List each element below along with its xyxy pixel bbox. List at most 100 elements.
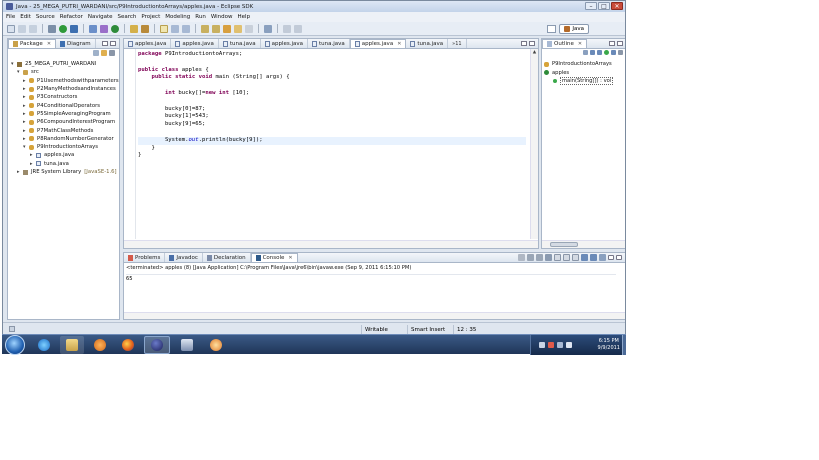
taskbar-app[interactable] — [174, 336, 200, 354]
outline-method[interactable]: main(String[]) : voi — [544, 77, 625, 86]
tree-package[interactable]: ▸ P3Constructors — [8, 93, 119, 101]
code-line[interactable] — [138, 59, 526, 67]
save-icon[interactable] — [18, 24, 26, 33]
menu-navigate[interactable]: Navigate — [88, 14, 113, 20]
code-line[interactable]: package P9IntroductiontoArrays; — [138, 51, 526, 59]
external-tools-icon[interactable] — [70, 24, 78, 33]
collapse-arrow-icon[interactable]: ▾ — [11, 61, 16, 67]
print-icon[interactable] — [29, 24, 37, 33]
menu-source[interactable]: Source — [36, 14, 55, 20]
block-selection-icon[interactable] — [182, 24, 190, 33]
run-icon[interactable] — [59, 24, 67, 33]
remove-launch-icon[interactable] — [527, 254, 534, 261]
taskbar-firefox[interactable] — [116, 336, 140, 354]
maximize-view-button[interactable] — [616, 255, 622, 260]
previous-annotation-icon[interactable] — [212, 24, 220, 33]
menu-file[interactable]: File — [6, 14, 15, 20]
tree-file[interactable]: ▸ tuna.java — [8, 160, 119, 168]
code-line[interactable]: bucky[0]=87; — [138, 106, 526, 114]
taskbar-clock[interactable]: 6:15 PM 9/9/2011 — [598, 338, 620, 352]
minimize-view-button[interactable] — [102, 41, 108, 46]
history-icon[interactable] — [294, 24, 302, 33]
expand-arrow-icon[interactable]: ▸ — [23, 111, 28, 117]
code-line[interactable]: System.out.println(bucky[9]); — [138, 136, 526, 145]
expand-arrow-icon[interactable]: ▸ — [23, 119, 28, 125]
new-java-project-icon[interactable] — [89, 24, 97, 33]
editor-tab[interactable]: tuna.java — [308, 39, 350, 48]
outline-class[interactable]: apples — [544, 69, 625, 78]
new-package-icon[interactable] — [100, 24, 108, 33]
code-line[interactable]: bucky[1]=543; — [138, 113, 526, 121]
fast-view-icon[interactable] — [9, 326, 15, 332]
close-icon[interactable]: ✕ — [397, 41, 401, 47]
tab-console[interactable]: Console ✕ — [250, 253, 298, 262]
taskbar-media-player[interactable] — [88, 336, 112, 354]
expand-arrow-icon[interactable]: ▸ — [30, 161, 35, 167]
scroll-lock-icon[interactable] — [554, 254, 561, 261]
menu-search[interactable]: Search — [118, 14, 137, 20]
display-selected-console-icon[interactable] — [590, 254, 597, 261]
show-stderr-icon[interactable] — [572, 254, 579, 261]
hide-fields-icon[interactable] — [590, 50, 595, 55]
tree-package[interactable]: ▾ P9IntroductiontoArrays — [8, 143, 119, 151]
taskbar-app-2[interactable] — [204, 336, 228, 354]
close-icon[interactable]: ✕ — [288, 255, 292, 261]
code-line[interactable]: } — [138, 152, 526, 160]
show-stdout-icon[interactable] — [563, 254, 570, 261]
tab-outline[interactable]: Outline ✕ — [542, 39, 588, 48]
tab-overflow-button[interactable]: »11 — [448, 39, 467, 48]
volume-icon[interactable] — [566, 342, 572, 348]
tree-package[interactable]: ▸ P8RandomNumberGenerator — [8, 135, 119, 143]
maximize-view-button[interactable] — [529, 41, 535, 46]
tree-package[interactable]: ▸ P6CompoundInterestProgram — [8, 118, 119, 126]
code-line[interactable]: bucky[9]=65; — [138, 121, 526, 129]
outline-horizontal-scrollbar[interactable] — [542, 240, 625, 248]
code-area[interactable]: package P9IntroductiontoArrays; public cl… — [138, 51, 526, 160]
tab-javadoc[interactable]: Javadoc — [165, 253, 203, 262]
new-icon[interactable] — [7, 24, 15, 33]
editor-tab[interactable]: apples.java — [124, 39, 172, 48]
console-output[interactable]: 65 — [126, 274, 616, 311]
minimize-view-button[interactable] — [521, 41, 527, 46]
taskbar-ie[interactable] — [32, 336, 56, 354]
hide-non-public-icon[interactable] — [604, 50, 609, 55]
start-button[interactable] — [5, 335, 25, 355]
tree-package[interactable]: ▸ P4ConditionalOperators — [8, 101, 119, 109]
tree-package[interactable]: ▸ P2ManyMethodsandInstances — [8, 85, 119, 93]
menu-refactor[interactable]: Refactor — [60, 14, 83, 20]
java-perspective-button[interactable]: Java — [559, 24, 589, 34]
debug-icon[interactable] — [48, 24, 56, 33]
editor-tab[interactable]: tuna.java — [406, 39, 449, 48]
tree-jre-library[interactable]: ▸ JRE System Library [JavaSE-1.6] — [8, 168, 119, 176]
sort-icon[interactable] — [583, 50, 588, 55]
vertical-scrollbar[interactable]: ▲ — [530, 49, 538, 239]
tab-declaration[interactable]: Declaration — [203, 253, 251, 262]
action-center-icon[interactable] — [548, 342, 554, 348]
minimize-button[interactable]: – — [585, 2, 597, 10]
back-icon[interactable] — [234, 24, 242, 33]
horizontal-scrollbar[interactable] — [124, 240, 538, 248]
code-line[interactable]: public static void main (String[] args) … — [138, 74, 526, 82]
expand-arrow-icon[interactable]: ▸ — [23, 136, 28, 142]
close-button[interactable]: ✕ — [611, 2, 623, 10]
menu-window[interactable]: Window — [211, 14, 233, 20]
expand-arrow-icon[interactable]: ▸ — [17, 169, 22, 175]
console-horizontal-scrollbar[interactable] — [124, 312, 625, 319]
menu-project[interactable]: Project — [141, 14, 160, 20]
taskbar-eclipse[interactable] — [144, 336, 170, 354]
tab-package-explorer[interactable]: Package ✕ — [8, 39, 57, 48]
close-icon[interactable]: ✕ — [47, 41, 51, 47]
maximize-view-button[interactable] — [110, 41, 116, 46]
code-line[interactable] — [138, 82, 526, 90]
show-hidden-icons-icon[interactable] — [539, 342, 545, 348]
expand-arrow-icon[interactable]: ▸ — [23, 103, 28, 109]
search-icon[interactable] — [264, 24, 272, 33]
collapse-arrow-icon[interactable]: ▾ — [17, 69, 22, 75]
forward-icon[interactable] — [245, 24, 253, 33]
expand-arrow-icon[interactable]: ▸ — [30, 152, 35, 158]
menu-edit[interactable]: Edit — [20, 14, 31, 20]
collapse-arrow-icon[interactable]: ▾ — [23, 144, 28, 150]
show-whitespace-icon[interactable] — [171, 24, 179, 33]
tree-package[interactable]: ▸ P5SimpleAveragingProgram — [8, 110, 119, 118]
minimize-view-button[interactable] — [608, 255, 614, 260]
